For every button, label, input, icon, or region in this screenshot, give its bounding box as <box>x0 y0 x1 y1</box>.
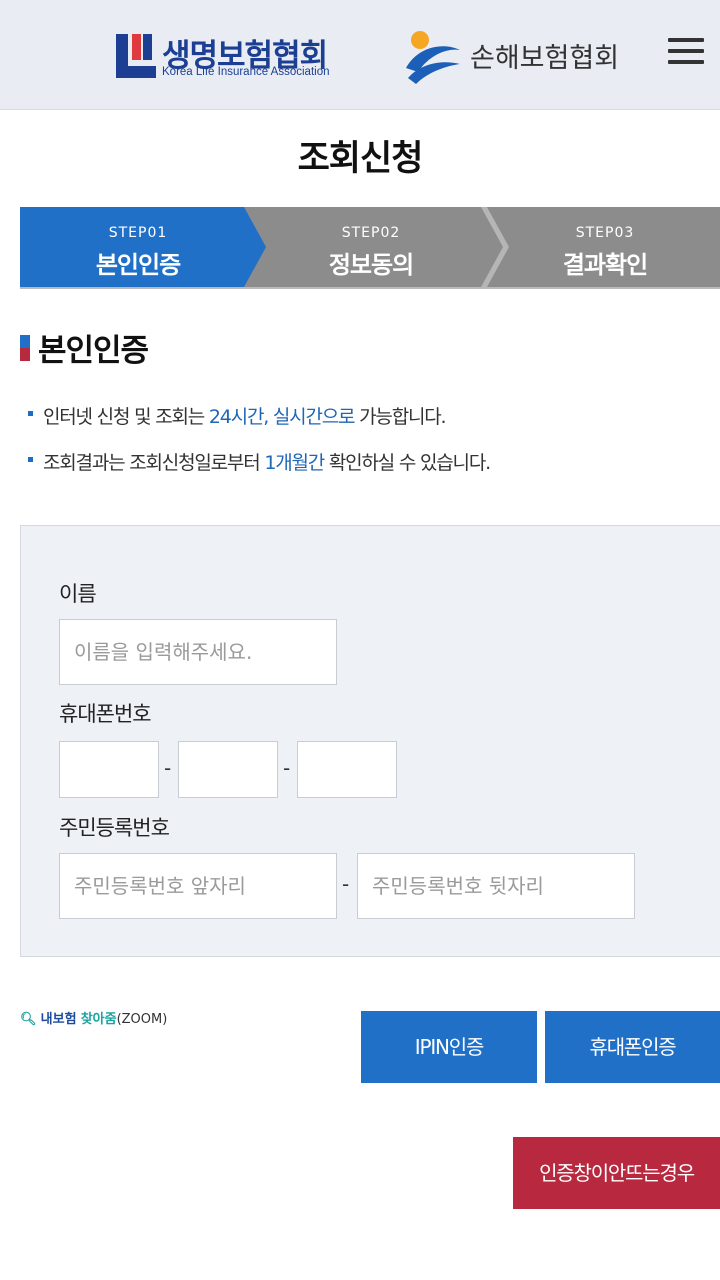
step-2-name: 정보동의 <box>328 251 414 279</box>
step-3: STEP03 결과확인 <box>490 225 720 280</box>
phone-input-1[interactable] <box>59 741 159 798</box>
phone-label: 휴대폰번호 <box>59 702 152 726</box>
zoom-link-part1: 내보험 <box>40 1012 77 1027</box>
step-1: STEP01 본인인증 <box>20 225 256 280</box>
phone-separator: - <box>164 756 172 780</box>
zoom-link[interactable]: 🔍︎ 내보험 찾아줌(ZOOM) <box>20 1008 167 1027</box>
ipin-auth-button[interactable]: IPIN인증 <box>361 1011 537 1083</box>
klia-subtitle: Korea Life Insurance Association <box>162 66 330 78</box>
rrn-back-input[interactable] <box>357 853 635 919</box>
step-3-number: STEP03 <box>575 225 635 241</box>
step-1-number: STEP01 <box>108 225 168 241</box>
auth-form: 이름 휴대폰번호 - - 주민등록번호 - <box>20 525 720 957</box>
notice-text: 조회결과는 조회신청일로부터 <box>43 452 265 474</box>
phone-auth-button[interactable]: 휴대폰인증 <box>545 1011 720 1083</box>
phone-input-3[interactable] <box>297 741 397 798</box>
step-2: STEP02 정보동의 <box>256 225 486 280</box>
search-icon: 🔍︎ <box>20 1012 37 1027</box>
phone-separator: - <box>283 756 291 780</box>
rrn-front-input[interactable] <box>59 853 337 919</box>
zoom-link-part3: (ZOOM) <box>116 1012 168 1027</box>
section-title: 본인인증 <box>38 333 149 369</box>
notice-highlight: 24시간, 실시간으로 <box>208 406 356 428</box>
zoom-link-part2: 찾아줌 <box>80 1012 117 1027</box>
klia-logo-mark-icon <box>116 34 156 78</box>
step-indicator: STEP01 본인인증 STEP02 정보동의 STEP03 결과확인 <box>20 207 720 289</box>
hamburger-menu-icon[interactable] <box>668 38 704 68</box>
notice-text: 인터넷 신청 및 조회는 <box>43 406 209 428</box>
section-mark-icon <box>20 335 30 361</box>
notice-item: 인터넷 신청 및 조회는 24시간, 실시간으로 가능합니다. <box>28 402 490 448</box>
notice-text: 확인하실 수 있습니다. <box>324 452 491 474</box>
rrn-separator: - <box>342 872 350 896</box>
step-1-name: 본인인증 <box>95 251 181 279</box>
notice-highlight: 1개월간 <box>264 452 325 474</box>
gia-logo[interactable]: 손해보험협회 <box>404 28 634 84</box>
site-header: 생명보험협회 Korea Life Insurance Association … <box>0 0 720 110</box>
step-2-number: STEP02 <box>341 225 401 241</box>
phone-input-2[interactable] <box>178 741 278 798</box>
gia-logo-mark-icon <box>406 31 460 84</box>
gia-name: 손해보험협회 <box>470 43 620 74</box>
notice-text: 가능합니다. <box>354 406 446 428</box>
notice-item: 조회결과는 조회신청일로부터 1개월간 확인하실 수 있습니다. <box>28 448 491 494</box>
name-label: 이름 <box>59 582 97 606</box>
name-input[interactable] <box>59 619 337 685</box>
notice-list: 인터넷 신청 및 조회는 24시간, 실시간으로 가능합니다. 조회결과는 조회… <box>28 402 491 494</box>
rrn-label: 주민등록번호 <box>59 816 170 840</box>
page-title: 조회신청 <box>297 139 424 179</box>
step-3-name: 결과확인 <box>562 251 648 279</box>
klia-logo[interactable]: 생명보험협회 Korea Life Insurance Association <box>116 30 346 82</box>
popup-help-button[interactable]: 인증창이안뜨는경우 <box>513 1137 720 1209</box>
